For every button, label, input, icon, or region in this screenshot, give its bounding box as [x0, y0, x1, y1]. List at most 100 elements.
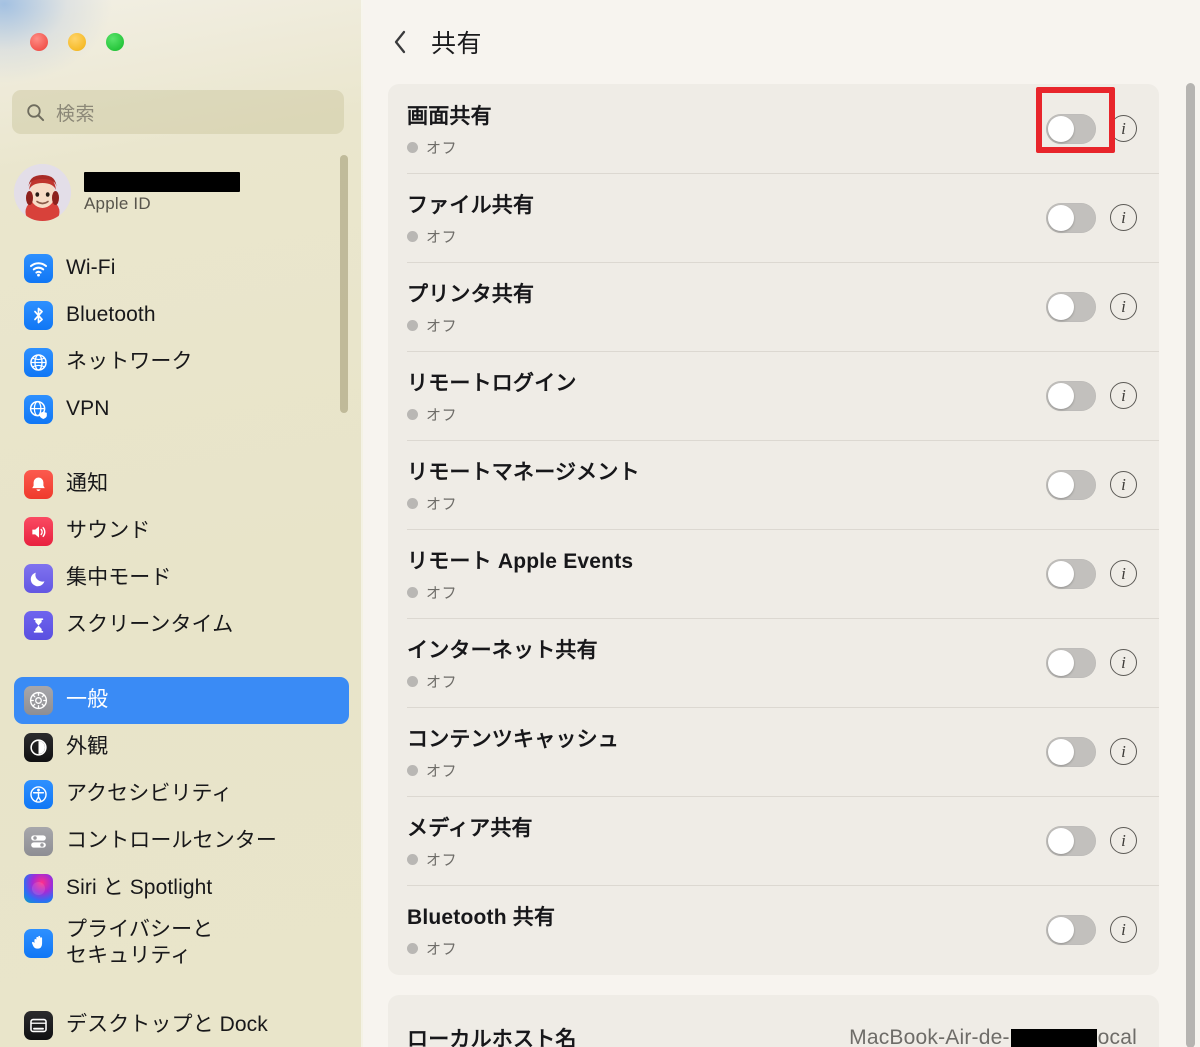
back-button[interactable] [387, 27, 413, 57]
status-dot-icon [407, 319, 418, 331]
appearance-contrast-icon [24, 733, 53, 762]
sidebar-item-label: 集中モード [66, 566, 172, 590]
service-status-label: オフ [426, 139, 458, 157]
chevron-left-icon [394, 30, 406, 54]
status-dot-icon [407, 408, 418, 420]
sidebar-item-appearance[interactable]: 外観 [14, 724, 349, 771]
main-content: 共有 画面共有 オフ i ファイル共有 オフ i プリンタ共有 オフ i リモー… [363, 0, 1200, 1047]
minimize-button[interactable] [68, 33, 86, 51]
sidebar-item-vpn[interactable]: VPN [14, 386, 349, 433]
service-status-label: オフ [426, 940, 458, 958]
service-row-media-sharing[interactable]: メディア共有 オフ i [388, 796, 1159, 885]
service-info-button[interactable]: i [1110, 827, 1137, 854]
service-status: オフ [407, 849, 1046, 870]
sidebar-divider [0, 433, 363, 461]
sidebar-item-privacy-security[interactable]: プライバシーと セキュリティ [14, 912, 349, 974]
sidebar-item-notifications[interactable]: 通知 [14, 461, 349, 508]
sidebar-item-label: コントロールセンター [66, 829, 277, 853]
status-dot-icon [407, 675, 418, 687]
service-info-button[interactable]: i [1110, 649, 1137, 676]
sidebar-item-sound[interactable]: サウンド [14, 508, 349, 555]
service-info-button[interactable]: i [1110, 738, 1137, 765]
service-title: 画面共有 [407, 104, 492, 128]
service-status-label: オフ [426, 762, 458, 780]
sidebar-item-wifi[interactable]: Wi-Fi [14, 245, 349, 292]
service-row-remote-apple-events[interactable]: リモート Apple Events オフ i [388, 529, 1159, 618]
service-info-button[interactable]: i [1110, 560, 1137, 587]
sidebar-item-siri-spotlight[interactable]: Siri と Spotlight [14, 865, 349, 912]
main-header: 共有 [363, 0, 1200, 84]
sidebar-item-label: 一般 [66, 688, 109, 712]
close-button[interactable] [30, 33, 48, 51]
privacy-hand-icon [24, 928, 53, 958]
service-status: オフ [407, 493, 1046, 514]
service-row-internet-sharing[interactable]: インターネット共有 オフ i [388, 618, 1159, 707]
sidebar-scrollbar[interactable] [340, 155, 348, 413]
service-toggle[interactable] [1046, 914, 1096, 945]
sidebar-nav: Wi-Fi Bluetooth ネットワーク VPN 通知 サウンド 集中モード… [0, 245, 363, 1047]
sidebar-item-network[interactable]: ネットワーク [14, 339, 349, 386]
service-status: オフ [407, 671, 1046, 692]
local-hostname-card: ローカルホスト名 MacBook-Air-de- ocal [388, 995, 1159, 1047]
desktop-dock-icon [24, 1011, 53, 1040]
status-dot-icon [407, 764, 418, 776]
service-toggle[interactable] [1046, 469, 1096, 500]
service-row-printer-sharing[interactable]: プリンタ共有 オフ i [388, 262, 1159, 351]
service-toggle[interactable] [1046, 113, 1096, 144]
service-info-button[interactable]: i [1110, 204, 1137, 231]
zoom-button[interactable] [106, 33, 124, 51]
status-dot-icon [407, 942, 418, 954]
siri-icon [24, 874, 53, 903]
service-row-remote-management[interactable]: リモートマネージメント オフ i [388, 440, 1159, 529]
service-toggle[interactable] [1046, 202, 1096, 233]
network-globe-icon [24, 348, 53, 377]
sidebar-divider [0, 649, 363, 677]
service-row-file-sharing[interactable]: ファイル共有 オフ i [388, 173, 1159, 262]
sidebar-group-desktop: デスクトップと Dock [0, 1002, 363, 1047]
sound-speaker-icon [24, 517, 53, 546]
service-info-button[interactable]: i [1110, 115, 1137, 142]
service-row-content-caching[interactable]: コンテンツキャッシュ オフ i [388, 707, 1159, 796]
sidebar-item-desktop-dock[interactable]: デスクトップと Dock [14, 1002, 349, 1047]
service-toggle[interactable] [1046, 380, 1096, 411]
apple-id-account-row[interactable]: Apple ID [14, 160, 314, 224]
sidebar-item-label: サウンド [66, 519, 151, 543]
sidebar-item-general[interactable]: 一般 [14, 677, 349, 724]
service-info-button[interactable]: i [1110, 916, 1137, 943]
service-status: オフ [407, 137, 1046, 158]
local-hostname-label: ローカルホスト名 [407, 1028, 577, 1047]
service-title: Bluetooth 共有 [407, 905, 556, 929]
sidebar-group-network: Wi-Fi Bluetooth ネットワーク VPN [0, 245, 363, 433]
search-field[interactable]: 検索 [12, 90, 344, 134]
status-dot-icon [407, 853, 418, 865]
sidebar-item-control-center[interactable]: コントロールセンター [14, 818, 349, 865]
service-row-bluetooth-sharing[interactable]: Bluetooth 共有 オフ i [388, 885, 1159, 974]
sidebar-item-accessibility[interactable]: アクセシビリティ [14, 771, 349, 818]
service-row-screen-sharing[interactable]: 画面共有 オフ i [388, 84, 1159, 173]
account-name-redacted [84, 172, 240, 192]
sidebar-item-focus[interactable]: 集中モード [14, 555, 349, 602]
notifications-bell-icon [24, 470, 53, 499]
bluetooth-icon [24, 301, 53, 330]
sidebar-item-label: Wi-Fi [66, 256, 116, 280]
account-subtitle: Apple ID [84, 194, 151, 213]
service-toggle[interactable] [1046, 291, 1096, 322]
service-info-button[interactable]: i [1110, 293, 1137, 320]
window-traffic-lights [30, 33, 124, 51]
service-status: オフ [407, 582, 1046, 603]
sidebar-group-system: 通知 サウンド 集中モード スクリーンタイム [0, 461, 363, 649]
sidebar-item-screentime[interactable]: スクリーンタイム [14, 602, 349, 649]
service-info-button[interactable]: i [1110, 382, 1137, 409]
service-toggle[interactable] [1046, 825, 1096, 856]
sidebar-item-bluetooth[interactable]: Bluetooth [14, 292, 349, 339]
service-row-remote-login[interactable]: リモートログイン オフ i [388, 351, 1159, 440]
service-info-button[interactable]: i [1110, 471, 1137, 498]
service-status: オフ [407, 760, 1046, 781]
service-toggle[interactable] [1046, 736, 1096, 767]
sidebar-item-label: 通知 [66, 472, 109, 496]
service-toggle[interactable] [1046, 647, 1096, 678]
main-scrollbar[interactable] [1186, 83, 1195, 1047]
service-toggle[interactable] [1046, 558, 1096, 589]
local-hostname-row[interactable]: ローカルホスト名 MacBook-Air-de- ocal [388, 995, 1159, 1047]
service-status-label: オフ [426, 584, 458, 602]
